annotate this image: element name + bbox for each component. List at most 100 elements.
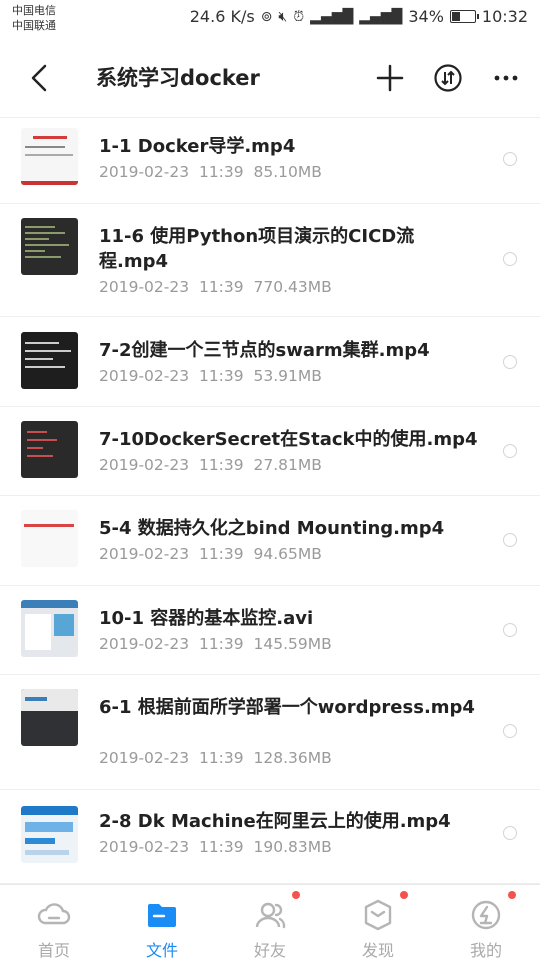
folder-icon — [144, 897, 180, 933]
battery-percent: 34% — [408, 7, 444, 26]
file-name: 11-6 使用Python项目演示的CICD流程.mp4 — [99, 226, 415, 272]
discover-badge — [400, 891, 408, 899]
file-name: 1-1 Docker导学.mp4 — [99, 136, 296, 157]
file-meta: 2019-02-23 11:39 145.59MB — [99, 635, 332, 653]
battery-icon — [449, 10, 479, 23]
file-row[interactable]: 11-6 使用Python项目演示的CICD流程.mp4 2019-02-23 … — [0, 204, 540, 317]
file-name: 5-4 数据持久化之bind Mounting.mp4 — [99, 518, 445, 539]
back-icon — [31, 64, 47, 92]
home-cloud-icon — [36, 897, 72, 933]
select-radio[interactable] — [503, 623, 517, 637]
signal-4g-icon: ▂▄▆█ — [310, 8, 354, 25]
video-thumbnail — [21, 128, 78, 185]
nav-friends-label: 好友 — [253, 941, 286, 960]
select-radio[interactable] — [503, 152, 517, 166]
file-name: 10-1 容器的基本监控.avi — [99, 608, 314, 629]
video-thumbnail — [21, 218, 78, 275]
top-app-bar: 系统学习docker — [0, 38, 540, 118]
file-date: 2019-02-23 — [99, 635, 190, 653]
video-thumbnail — [21, 806, 78, 863]
file-row[interactable]: 6-1 根据前面所学部署一个wordpress.mp4 2019-02-23 1… — [0, 675, 540, 790]
file-time: 11:39 — [198, 456, 244, 474]
nav-files[interactable]: 文件 — [108, 885, 216, 960]
file-time: 11:39 — [198, 278, 244, 296]
network-speed: 24.6 K/s — [189, 7, 255, 26]
carrier-2: 中国联通 — [12, 19, 56, 32]
nav-friends[interactable]: 好友 — [216, 885, 324, 960]
nav-discover[interactable]: 发现 — [324, 885, 432, 960]
file-name: 7-10DockerSecret在Stack中的使用.mp4 — [99, 429, 478, 450]
nav-profile-label: 我的 — [469, 941, 502, 960]
file-size: 27.81MB — [253, 456, 322, 474]
video-thumbnail — [21, 421, 78, 478]
add-button[interactable] — [370, 58, 410, 98]
file-size: 770.43MB — [253, 278, 332, 296]
signal-3g-icon: ▂▄▆█ — [359, 8, 403, 25]
file-time: 11:39 — [198, 545, 244, 563]
nav-files-label: 文件 — [145, 941, 178, 960]
sort-icon — [434, 64, 462, 92]
file-row[interactable]: 10-1 容器的基本监控.avi 2019-02-23 11:39 145.59… — [0, 586, 540, 675]
select-radio[interactable] — [503, 444, 517, 458]
more-icon — [494, 75, 518, 81]
select-radio[interactable] — [503, 826, 517, 840]
file-time: 11:39 — [198, 749, 244, 767]
more-button[interactable] — [486, 58, 526, 98]
file-meta: 2019-02-23 11:39 53.91MB — [99, 367, 322, 385]
file-row[interactable]: 7-2创建一个三节点的swarm集群.mp4 2019-02-23 11:39 … — [0, 317, 540, 407]
video-thumbnail — [21, 689, 78, 746]
file-meta: 2019-02-23 11:39 27.81MB — [99, 456, 322, 474]
nav-home[interactable]: 首页 — [0, 885, 108, 960]
file-date: 2019-02-23 — [99, 367, 190, 385]
file-size: 128.36MB — [253, 749, 332, 767]
file-time: 11:39 — [198, 838, 244, 856]
select-radio[interactable] — [503, 724, 517, 738]
friends-icon — [252, 897, 288, 933]
file-size: 145.59MB — [253, 635, 332, 653]
file-name: 7-2创建一个三节点的swarm集群.mp4 — [99, 340, 430, 361]
file-meta: 2019-02-23 11:39 770.43MB — [99, 278, 332, 296]
nav-profile[interactable]: 我的 — [432, 885, 540, 960]
select-radio[interactable] — [503, 252, 517, 266]
file-meta: 2019-02-23 11:39 85.10MB — [99, 163, 322, 181]
file-name: 2-8 Dk Machine在阿里云上的使用.mp4 — [99, 811, 451, 832]
file-size: 190.83MB — [253, 838, 332, 856]
file-list: 1-1 Docker导学.mp4 2019-02-23 11:39 85.10M… — [0, 118, 540, 884]
file-size: 94.65MB — [253, 545, 322, 563]
sort-button[interactable] — [428, 58, 468, 98]
file-row[interactable]: 1-1 Docker导学.mp4 2019-02-23 11:39 85.10M… — [0, 118, 540, 204]
file-meta: 2019-02-23 11:39 128.36MB — [99, 749, 332, 767]
carrier-1: 中国电信 — [12, 4, 56, 17]
file-date: 2019-02-23 — [99, 163, 190, 181]
file-row[interactable]: 5-4 数据持久化之bind Mounting.mp4 2019-02-23 1… — [0, 496, 540, 586]
status-indicators: 24.6 K/s ⊚ 🔇︎ ⏰︎ ▂▄▆█ ▂▄▆█ 34% 10:32 — [190, 7, 528, 26]
video-thumbnail — [21, 510, 78, 567]
video-thumbnail — [21, 332, 78, 389]
profile-badge — [508, 891, 516, 899]
video-thumbnail — [21, 600, 78, 657]
profile-icon — [468, 897, 504, 933]
nav-discover-label: 发现 — [361, 941, 394, 960]
file-name: 6-1 根据前面所学部署一个wordpress.mp4 — [99, 697, 475, 718]
file-meta: 2019-02-23 11:39 190.83MB — [99, 838, 332, 856]
bottom-navigation: 首页 文件 好友 发现 我的 — [0, 884, 540, 960]
status-bar: 中国电信 中国联通 24.6 K/s ⊚ 🔇︎ ⏰︎ ▂▄▆█ ▂▄▆█ 34%… — [0, 0, 540, 38]
alarm-icon: ⏰︎ — [293, 8, 305, 25]
add-icon — [376, 64, 404, 92]
file-size: 85.10MB — [253, 163, 322, 181]
select-radio[interactable] — [503, 355, 517, 369]
file-date: 2019-02-23 — [99, 749, 190, 767]
friends-badge — [292, 891, 300, 899]
file-time: 11:39 — [198, 163, 244, 181]
file-row[interactable]: 2-8 Dk Machine在阿里云上的使用.mp4 2019-02-23 11… — [0, 790, 540, 884]
nav-home-label: 首页 — [37, 941, 70, 960]
back-button[interactable] — [20, 58, 60, 98]
select-radio[interactable] — [503, 533, 517, 547]
file-date: 2019-02-23 — [99, 545, 190, 563]
file-date: 2019-02-23 — [99, 278, 190, 296]
discover-icon — [360, 897, 396, 933]
file-time: 11:39 — [198, 635, 244, 653]
file-row[interactable]: 7-10DockerSecret在Stack中的使用.mp4 2019-02-2… — [0, 407, 540, 496]
file-date: 2019-02-23 — [99, 456, 190, 474]
mute-icon: 🔇︎ — [278, 8, 288, 25]
